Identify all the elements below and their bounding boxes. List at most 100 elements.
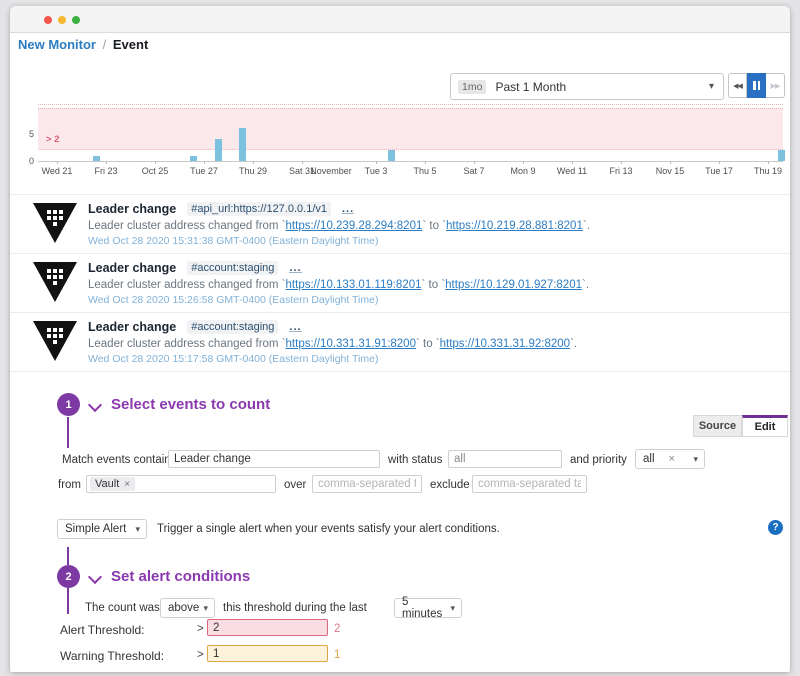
- x-axis-tick-label: Sat 7: [463, 166, 484, 176]
- chart-top-dotted-line: [38, 104, 783, 105]
- section-2-collapse-chevron-icon[interactable]: [88, 570, 102, 584]
- chart-bar[interactable]: [215, 139, 222, 161]
- source-chip-label: Vault: [95, 478, 119, 490]
- priority-select[interactable]: all × ▾: [635, 449, 705, 469]
- x-axis-tick-label: Wed 21: [42, 166, 73, 176]
- chart-bar[interactable]: [239, 128, 246, 161]
- event-tag[interactable]: #account:staging: [187, 320, 278, 334]
- x-axis-tick-label: Tue 17: [705, 166, 733, 176]
- minimize-window-button[interactable]: [58, 16, 66, 24]
- x-axis-tick-label: Fri 23: [94, 166, 117, 176]
- event-more-link[interactable]: ...: [289, 264, 301, 273]
- chart-plot-area[interactable]: > 2: [38, 104, 783, 162]
- count-was-label: The count was: [85, 602, 160, 614]
- event-list-item[interactable]: Leader change#account:staging...Leader c…: [10, 312, 790, 372]
- event-description-text: ` to `: [422, 220, 446, 232]
- remove-chip-icon[interactable]: ×: [124, 479, 130, 490]
- playback-controls: ◀◀ ▶▶: [728, 73, 785, 98]
- with-status-label: with status: [388, 454, 442, 466]
- warning-threshold-input[interactable]: [207, 645, 328, 662]
- source-chip-vault: Vault ×: [90, 477, 135, 491]
- x-axis-tick-mark: [376, 161, 377, 164]
- x-axis-tick-label: Tue 27: [190, 166, 218, 176]
- exclude-tags-input[interactable]: [472, 475, 587, 493]
- event-timestamp: Wed Oct 28 2020 15:31:38 GMT-0400 (Easte…: [88, 235, 590, 247]
- x-axis-tick-mark: [253, 161, 254, 164]
- breadcrumb-separator: /: [100, 37, 110, 52]
- event-description-text: `.: [570, 338, 577, 350]
- time-window-select[interactable]: 5 minutes ▾: [394, 598, 462, 618]
- event-from-url-link[interactable]: https://10.239.28.294:8201: [286, 220, 423, 232]
- chart-bar[interactable]: [778, 150, 785, 161]
- and-priority-label: and priority: [570, 454, 627, 466]
- time-window-value: 5 minutes: [402, 596, 450, 620]
- event-to-url-link[interactable]: https://10.219.28.881:8201: [446, 220, 583, 232]
- from-label: from: [58, 479, 81, 491]
- event-from-url-link[interactable]: https://10.133.01.119:8201: [286, 279, 422, 291]
- alert-threshold-echo: 2: [334, 623, 340, 635]
- section-1-collapse-chevron-icon[interactable]: [88, 398, 102, 412]
- x-axis-tick-mark: [106, 161, 107, 164]
- alert-threshold-zone: [38, 108, 783, 150]
- browser-window: New Monitor / Event 1mo Past 1 Month ▾ ◀…: [10, 6, 790, 672]
- zoom-window-button[interactable]: [72, 16, 80, 24]
- tab-source[interactable]: Source: [693, 415, 742, 437]
- breadcrumb-new-monitor-link[interactable]: New Monitor: [18, 37, 96, 52]
- event-tag[interactable]: #api_url:https://127.0.0.1/v1: [187, 202, 331, 216]
- vault-triangle-logo-icon: [32, 202, 78, 244]
- event-description-text: `.: [582, 279, 589, 291]
- operator-select[interactable]: above ▾: [160, 598, 215, 618]
- threshold-during-label: this threshold during the last: [223, 602, 367, 614]
- status-input[interactable]: [448, 450, 562, 468]
- over-tags-input[interactable]: [312, 475, 422, 493]
- threshold-zone-label: > 2: [46, 134, 59, 145]
- alert-type-select[interactable]: Simple Alert ▾: [57, 519, 147, 539]
- event-to-url-link[interactable]: https://10.129.01.927:8201: [445, 279, 582, 291]
- x-axis-tick-mark: [474, 161, 475, 164]
- breadcrumb-current-page: Event: [113, 37, 148, 52]
- event-to-url-link[interactable]: https://10.331.31.92:8200: [440, 338, 570, 350]
- event-from-url-link[interactable]: https://10.331.31.91:8200: [286, 338, 416, 350]
- priority-clear-icon[interactable]: ×: [669, 453, 675, 465]
- event-description-text: Leader cluster address changed from `: [88, 220, 286, 232]
- warning-threshold-echo: 1: [334, 649, 340, 661]
- x-axis-tick-mark: [302, 161, 303, 164]
- x-axis-tick-label: Nov 15: [656, 166, 685, 176]
- section-2-number: 2: [57, 565, 80, 588]
- pause-button[interactable]: [747, 73, 766, 98]
- section-1-title: Select events to count: [111, 396, 270, 413]
- x-axis-tick-label: Wed 11: [557, 166, 587, 176]
- warning-threshold-label: Warning Threshold:: [60, 649, 164, 663]
- x-axis-tick-mark: [425, 161, 426, 164]
- vault-triangle-logo-icon: [32, 261, 78, 303]
- event-more-link[interactable]: ...: [289, 323, 301, 332]
- event-more-link[interactable]: ...: [342, 205, 354, 214]
- event-list-item[interactable]: Leader change#api_url:https://127.0.0.1/…: [10, 194, 790, 253]
- from-sources-input[interactable]: Vault ×: [86, 475, 276, 493]
- fast-forward-button[interactable]: ▶▶: [766, 73, 785, 98]
- event-description-text: Leader cluster address changed from `: [88, 338, 286, 350]
- alert-threshold-input[interactable]: [207, 619, 328, 636]
- x-axis-tick-label: Thu 19: [754, 166, 782, 176]
- x-axis-tick-mark: [768, 161, 769, 164]
- event-tag[interactable]: #account:staging: [187, 261, 278, 275]
- event-description-text: `.: [583, 220, 590, 232]
- rewind-button[interactable]: ◀◀: [728, 73, 747, 98]
- section-2-title: Set alert conditions: [111, 568, 250, 585]
- fast-forward-icon: ▶▶: [771, 82, 780, 90]
- x-axis-tick-mark: [155, 161, 156, 164]
- event-count-chart[interactable]: > 250Wed 21Fri 23Oct 25Tue 27Thu 29Sat 3…: [10, 102, 790, 182]
- match-events-input[interactable]: [168, 450, 380, 468]
- close-window-button[interactable]: [44, 16, 52, 24]
- pause-icon: [753, 81, 760, 90]
- event-description: Leader cluster address changed from `htt…: [88, 220, 590, 232]
- help-icon[interactable]: ?: [768, 520, 783, 535]
- event-description: Leader cluster address changed from `htt…: [88, 279, 589, 291]
- time-range-select[interactable]: 1mo Past 1 Month ▾: [450, 73, 724, 100]
- over-label: over: [284, 479, 306, 491]
- chart-bar[interactable]: [388, 150, 395, 161]
- tab-edit[interactable]: Edit: [742, 415, 788, 437]
- event-list-item[interactable]: Leader change#account:staging...Leader c…: [10, 253, 790, 312]
- x-axis-tick-mark: [204, 161, 205, 164]
- alert-type-value: Simple Alert: [65, 523, 126, 535]
